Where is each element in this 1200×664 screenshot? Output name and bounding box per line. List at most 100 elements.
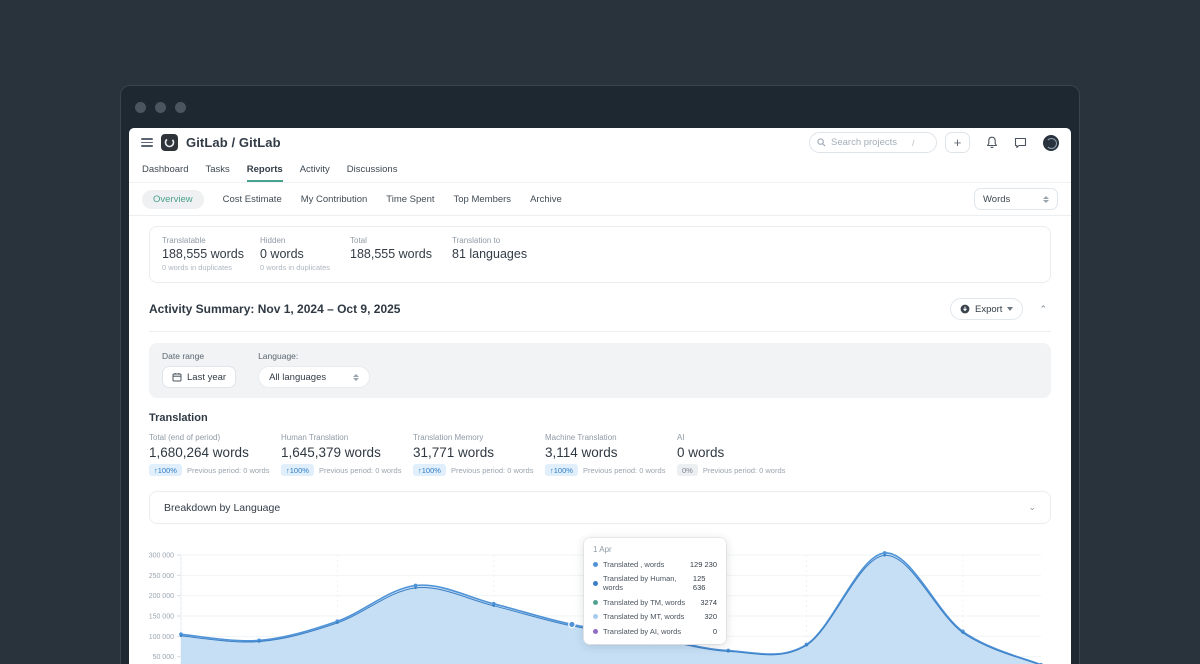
tab-tasks[interactable]: Tasks: [205, 164, 229, 182]
stat-label: Translatable: [162, 236, 260, 245]
language-label: Language:: [258, 351, 370, 361]
previous-period-note: Previous period: 0 words: [319, 466, 402, 475]
trend-badge: ↑100%: [413, 464, 446, 476]
trend-badge: ↑100%: [281, 464, 314, 476]
stat-label: Machine Translation: [545, 433, 677, 442]
browser-window: GitLab / GitLab / +: [120, 85, 1080, 664]
tooltip-label: Translated by Human, words: [603, 574, 688, 592]
tab-activity[interactable]: Activity: [300, 164, 330, 182]
export-caret-icon: [1007, 307, 1013, 311]
tooltip-value: 125 636: [693, 574, 717, 592]
translation-stat-tm: Translation Memory 31,771 words ↑100% Pre…: [413, 433, 545, 476]
previous-period-note: Previous period: 0 words: [583, 466, 666, 475]
stat-value: 1,645,379 words: [281, 445, 413, 460]
search-shortcut-hint: /: [912, 138, 915, 148]
search-box[interactable]: /: [809, 132, 937, 153]
tooltip-row: Translated by AI, words 0: [593, 627, 717, 636]
date-range-label: Date range: [162, 351, 236, 361]
translation-stat-mt: Machine Translation 3,114 words ↑100%Pre…: [545, 433, 677, 476]
subtab-cost-estimate[interactable]: Cost Estimate: [223, 194, 282, 205]
subtab-archive[interactable]: Archive: [530, 194, 562, 205]
select-caret-icon: [1043, 196, 1049, 203]
notifications-bell-icon[interactable]: [984, 135, 999, 150]
stat-value: 188,555 words: [350, 247, 452, 261]
subtab-top-members[interactable]: Top Members: [454, 194, 512, 205]
svg-text:200 000: 200 000: [149, 593, 174, 600]
previous-period-note: Previous period: 0 words: [703, 466, 786, 475]
window-control-close[interactable]: [135, 102, 146, 113]
date-range-filter: Date range Last year: [162, 351, 236, 388]
stat-label: Hidden: [260, 236, 350, 245]
svg-text:100 000: 100 000: [149, 634, 174, 641]
tab-reports[interactable]: Reports: [247, 164, 283, 182]
window-titlebar: [121, 86, 1079, 128]
translation-stats-row: Total (end of period) 1,680,264 words ↑1…: [149, 433, 1051, 476]
stat-label: Total (end of period): [149, 433, 281, 442]
tooltip-value: 0: [713, 627, 717, 636]
subtab-my-contribution[interactable]: My Contribution: [301, 194, 368, 205]
previous-period-note: Previous period: 0 words: [451, 466, 534, 475]
stat-hidden: Hidden 0 words 0 words in duplicates: [260, 236, 350, 272]
tooltip-row: Translated by TM, words 3274: [593, 598, 717, 607]
activity-chart[interactable]: 0 50 000 100 000 150 000 200 000 250 000 300 0…: [149, 536, 1051, 664]
stat-translation-to: Translation to 81 languages: [452, 236, 527, 272]
tooltip-label: Translated by TM, words: [603, 598, 685, 607]
search-icon: [817, 138, 826, 147]
stat-label: Translation to: [452, 236, 527, 245]
tooltip-row: Translated by MT, words 320: [593, 612, 717, 621]
stat-label: Translation Memory: [413, 433, 545, 442]
project-title: GitLab / GitLab: [186, 135, 281, 150]
export-download-icon: [960, 304, 970, 314]
stat-value: 0 words: [260, 247, 350, 261]
language-select[interactable]: All languages: [258, 366, 370, 388]
chart-tooltip: 1 Apr Translated , words 129 230 Transla…: [584, 538, 726, 644]
stat-label: Total: [350, 236, 452, 245]
stat-label: Human Translation: [281, 433, 413, 442]
series-dot: [593, 614, 598, 619]
previous-period-note: Previous period: 0 words: [187, 466, 270, 475]
gitlab-logo-icon: [164, 137, 175, 148]
stat-value: 81 languages: [452, 247, 527, 261]
window-control-maximize[interactable]: [175, 102, 186, 113]
breakdown-by-language-card[interactable]: Breakdown by Language ⌄: [149, 491, 1051, 524]
tooltip-label: Translated , words: [603, 560, 664, 569]
translation-stat-total: Total (end of period) 1,680,264 words ↑1…: [149, 433, 281, 476]
svg-text:150 000: 150 000: [149, 614, 174, 621]
tab-discussions[interactable]: Discussions: [347, 164, 398, 182]
calendar-icon: [172, 372, 182, 382]
svg-text:250 000: 250 000: [149, 573, 174, 580]
activity-summary-title: Activity Summary: Nov 1, 2024 – Oct 9, 2…: [149, 302, 400, 316]
subtab-time-spent[interactable]: Time Spent: [386, 194, 434, 205]
tooltip-value: 320: [704, 612, 717, 621]
stat-total: Total 188,555 words: [350, 236, 452, 272]
project-avatar[interactable]: [161, 134, 178, 151]
menu-icon[interactable]: [141, 138, 153, 147]
svg-text:50 000: 50 000: [153, 654, 175, 661]
stat-value: 31,771 words: [413, 445, 545, 460]
translation-stat-human: Human Translation 1,645,379 words ↑100% P…: [281, 433, 413, 476]
subtab-overview[interactable]: Overview: [142, 190, 204, 209]
stat-value: 1,680,264 words: [149, 445, 281, 460]
tooltip-date: 1 Apr: [593, 545, 717, 554]
series-dot: [593, 600, 598, 605]
date-range-button[interactable]: Last year: [162, 366, 236, 388]
project-nav-tabs: Dashboard Tasks Reports Activity Discuss…: [129, 157, 1071, 183]
translation-heading: Translation: [149, 412, 1051, 424]
svg-text:300 000: 300 000: [149, 553, 174, 560]
export-button[interactable]: Export: [950, 298, 1023, 320]
series-dot: [593, 629, 598, 634]
collapse-section-icon[interactable]: ⌃: [1039, 304, 1047, 315]
unit-select[interactable]: Words: [974, 188, 1058, 210]
tab-dashboard[interactable]: Dashboard: [142, 164, 188, 182]
trend-badge: 0%: [677, 464, 698, 476]
report-main: Translatable 188,555 words 0 words in du…: [129, 226, 1071, 664]
create-project-button[interactable]: +: [945, 132, 970, 153]
search-input[interactable]: [831, 137, 907, 148]
app-header: GitLab / GitLab / +: [129, 128, 1071, 157]
window-control-minimize[interactable]: [155, 102, 166, 113]
user-avatar[interactable]: [1043, 135, 1059, 151]
messages-icon[interactable]: [1013, 135, 1028, 150]
stat-value: 0 words: [677, 445, 809, 460]
date-range-value: Last year: [187, 372, 226, 383]
project-words-summary-card: Translatable 188,555 words 0 words in du…: [149, 226, 1051, 283]
